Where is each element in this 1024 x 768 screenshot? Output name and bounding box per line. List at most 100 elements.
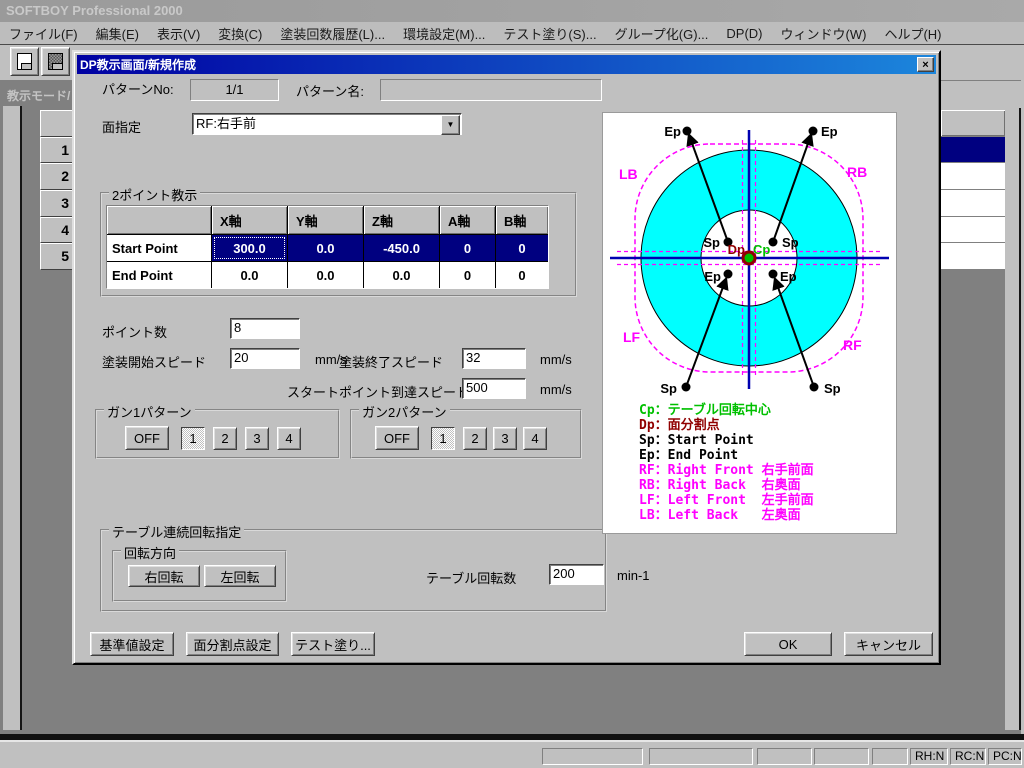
- rotation-count-label: テーブル回転数: [426, 568, 516, 587]
- start-point-dot: [810, 383, 819, 392]
- table-rotation-group-label: テーブル連続回転指定: [109, 522, 244, 541]
- grid-corner-header[interactable]: [40, 110, 75, 137]
- legend-cp: Cp：テーブル回転中心: [639, 402, 771, 418]
- sp-label: Sp: [703, 235, 720, 250]
- rotation-count-input[interactable]: 200: [549, 564, 604, 585]
- dialog-title: DP教示画面/新規作成: [77, 56, 196, 73]
- legend-sp: Sp：Start Point: [639, 433, 754, 448]
- menu-edit[interactable]: 編集(E): [87, 24, 148, 43]
- end-speed-input[interactable]: 32: [462, 348, 526, 369]
- point-count-input[interactable]: 8: [230, 318, 300, 339]
- start-speed-input[interactable]: 20: [230, 348, 300, 369]
- grid-row-header[interactable]: 5: [40, 243, 75, 270]
- legend-rf: RF：Right Front 右手前面: [639, 462, 814, 478]
- start-point-a-cell[interactable]: 0: [440, 235, 495, 261]
- background-window-frame-left: [3, 106, 20, 730]
- chevron-down-icon[interactable]: ▼: [441, 115, 460, 135]
- grid-row-fragment[interactable]: [941, 190, 1005, 217]
- start-point-b-cell[interactable]: 0: [496, 235, 548, 261]
- toolbar-button-save-all[interactable]: [41, 47, 70, 76]
- toolbar-button-save[interactable]: [10, 47, 39, 76]
- rotation-direction-label: 回転方向: [121, 543, 179, 562]
- rotate-ccw-button[interactable]: 左回転: [204, 565, 276, 587]
- grid-row-header[interactable]: 4: [40, 217, 75, 243]
- menubar: ファイル(F) 編集(E) 表示(V) 変換(C) 塗装回数履歴(L)... 環…: [0, 22, 1024, 45]
- gun2-group-label: ガン2パターン: [359, 402, 450, 421]
- face-select-value: RF:右手前: [196, 116, 256, 131]
- pattern-name-field[interactable]: [380, 79, 602, 101]
- dialog-titlebar[interactable]: DP教示画面/新規作成 ×: [77, 55, 936, 74]
- screen: SOFTBOY Professional 2000 ファイル(F) 編集(E) …: [0, 0, 1024, 768]
- gun2-off-button[interactable]: OFF: [375, 426, 419, 450]
- face-select-combobox[interactable]: RF:右手前 ▼: [192, 113, 462, 135]
- face-split-point-button[interactable]: 面分割点設定: [186, 632, 279, 656]
- gun2-pattern-2-button[interactable]: 2: [463, 427, 487, 450]
- floppy-icon: [17, 53, 32, 70]
- menu-dp[interactable]: DP(D): [717, 26, 771, 41]
- grid-row-header[interactable]: 3: [40, 190, 75, 217]
- cp-label: Cp: [753, 242, 770, 257]
- reach-speed-unit: mm/s: [540, 382, 572, 397]
- end-point-z-cell[interactable]: 0.0: [364, 262, 439, 288]
- menu-paint-history[interactable]: 塗装回数履歴(L)...: [271, 24, 394, 43]
- menu-test-paint[interactable]: テスト塗り(S)...: [494, 24, 605, 43]
- end-point-x-cell[interactable]: 0.0: [212, 262, 287, 288]
- ok-button[interactable]: OK: [744, 632, 832, 656]
- menu-help[interactable]: ヘルプ(H): [875, 24, 950, 43]
- sp-label: Sp: [660, 381, 677, 396]
- grid-row-header[interactable]: 1: [40, 137, 75, 163]
- rotate-cw-button[interactable]: 右回転: [128, 565, 200, 587]
- table-face-diagram: Ep Ep LB RB Sp Sp Dp Cp Ep Ep LF RF Sp S…: [602, 112, 897, 534]
- gun1-pattern-4-button[interactable]: 4: [277, 427, 301, 450]
- menu-convert[interactable]: 変換(C): [209, 24, 271, 43]
- reference-value-button[interactable]: 基準値設定: [90, 632, 174, 656]
- status-panel-empty: [757, 748, 812, 765]
- dp-label: Dp: [728, 242, 745, 257]
- legend-lb: LB：Left Back 左奥面: [639, 507, 801, 523]
- grid-row-fragment[interactable]: [941, 217, 1005, 243]
- start-point-x-cell[interactable]: 300.0: [212, 235, 287, 261]
- start-point-y-cell[interactable]: 0.0: [288, 235, 363, 261]
- lb-face-label: LB: [619, 166, 638, 182]
- menu-file[interactable]: ファイル(F): [0, 24, 87, 43]
- menu-window[interactable]: ウィンドウ(W): [772, 24, 876, 43]
- end-speed-label: 塗装終了スピード: [339, 352, 443, 371]
- legend-dp: Dp：面分割点: [639, 417, 720, 433]
- table-header-z: Z軸: [364, 206, 439, 234]
- end-point-y-cell[interactable]: 0.0: [288, 262, 363, 288]
- menu-grouping[interactable]: グループ化(G)...: [606, 24, 718, 43]
- gun1-pattern-3-button[interactable]: 3: [245, 427, 269, 450]
- legend-lf: LF：Left Front 左手前面: [639, 492, 814, 508]
- app-title: SOFTBOY Professional 2000: [6, 3, 183, 18]
- grid-row-header[interactable]: 2: [40, 163, 75, 190]
- gun2-pattern-group: ガン2パターン OFF 1 2 3 4: [350, 409, 582, 459]
- grid-column-header[interactable]: [941, 110, 1005, 137]
- menu-settings[interactable]: 環境設定(M)...: [394, 24, 494, 43]
- face-select-label: 面指定: [102, 117, 141, 136]
- end-point-b-cell[interactable]: 0: [496, 262, 548, 288]
- table-header-b: B軸: [496, 206, 548, 234]
- gun1-pattern-1-button[interactable]: 1: [181, 427, 205, 450]
- gun2-pattern-3-button[interactable]: 3: [493, 427, 517, 450]
- background-window-frame-right: [1005, 108, 1019, 730]
- end-point-a-cell[interactable]: 0: [440, 262, 495, 288]
- grid-row-fragment[interactable]: [941, 163, 1005, 190]
- gun1-pattern-2-button[interactable]: 2: [213, 427, 237, 450]
- gun1-group-label: ガン1パターン: [104, 402, 195, 421]
- close-button[interactable]: ×: [917, 57, 934, 72]
- gun2-pattern-1-button[interactable]: 1: [431, 427, 455, 450]
- rb-face-label: RB: [847, 164, 867, 180]
- gun2-pattern-4-button[interactable]: 4: [523, 427, 547, 450]
- cancel-button[interactable]: キャンセル: [844, 632, 933, 656]
- legend-rb: RB：Right Back 右奥面: [639, 477, 801, 493]
- background-window-title: 教示モード/: [3, 86, 72, 106]
- menu-view[interactable]: 表示(V): [148, 24, 209, 43]
- reach-speed-label: スタートポイント到達スピード: [287, 382, 469, 401]
- pattern-name-label: パターン名:: [296, 81, 364, 100]
- grid-selected-row-fragment[interactable]: [941, 137, 1005, 163]
- grid-row-fragment[interactable]: [941, 243, 1005, 270]
- test-paint-button[interactable]: テスト塗り...: [291, 632, 375, 656]
- reach-speed-input[interactable]: 500: [462, 378, 526, 399]
- start-point-z-cell[interactable]: -450.0: [364, 235, 439, 261]
- gun1-off-button[interactable]: OFF: [125, 426, 169, 450]
